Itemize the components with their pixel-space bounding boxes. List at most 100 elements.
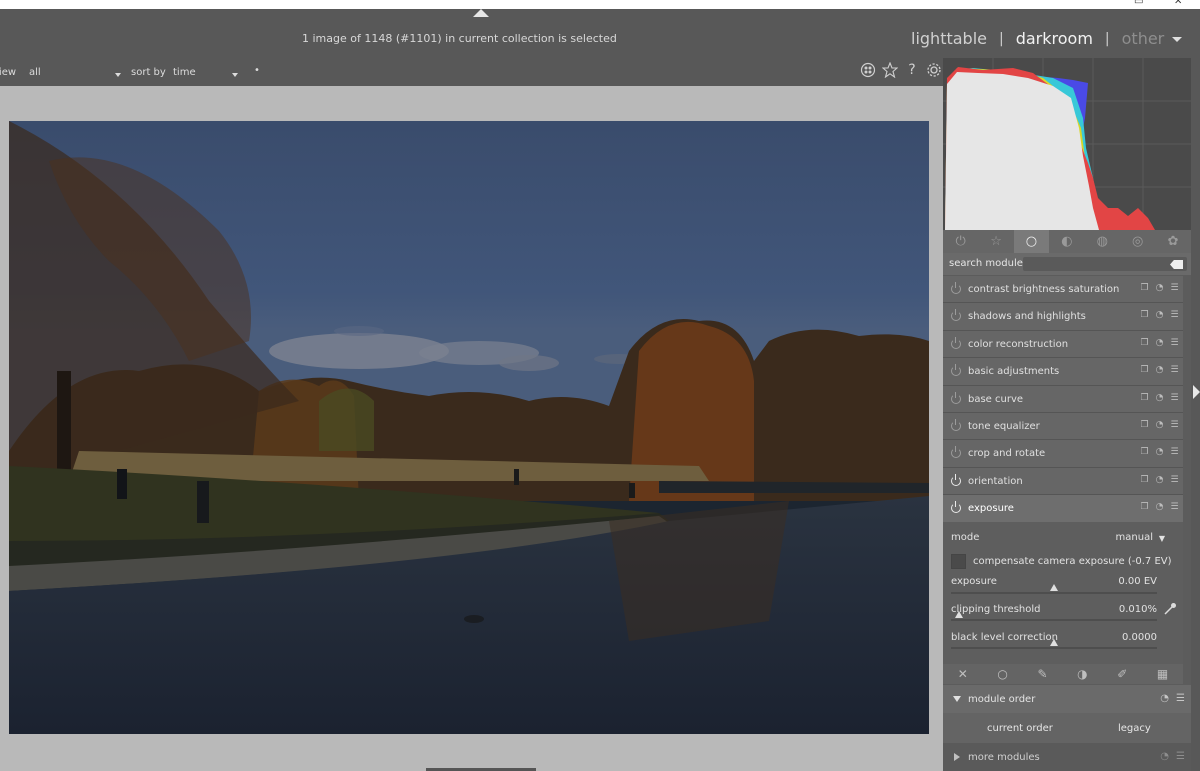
blend-mask-bar: ✕ ○ ✎ ◑ ✐ ▦ xyxy=(943,664,1183,684)
clear-search-icon[interactable] xyxy=(1170,260,1183,269)
search-module-input[interactable] xyxy=(1023,257,1187,271)
view-darkroom[interactable]: darkroom xyxy=(1016,29,1093,48)
sort-value[interactable]: time xyxy=(173,67,196,78)
power-icon[interactable] xyxy=(951,309,961,322)
menu-icon[interactable]: ☰ xyxy=(1170,502,1179,512)
more-modules-header[interactable]: more modules ◔ ☰ xyxy=(943,743,1191,771)
tone-group-icon[interactable]: ◐ xyxy=(1049,230,1084,253)
uniform-mask-icon[interactable]: ○ xyxy=(997,667,1007,681)
power-icon[interactable] xyxy=(951,473,961,486)
power-icon[interactable] xyxy=(951,282,961,294)
module-shadows-and-highlights[interactable]: shadows and highlights ❐ ◔ ☰ xyxy=(943,303,1183,331)
clipping-slider[interactable] xyxy=(951,619,1157,621)
presets-icon[interactable]: ❐ xyxy=(1140,393,1149,403)
reset-icon[interactable]: ◔ xyxy=(1155,447,1164,457)
reset-icon[interactable]: ◔ xyxy=(1155,365,1164,375)
close-button[interactable]: ✕ xyxy=(1174,0,1182,7)
color-group-icon[interactable]: ◍ xyxy=(1085,230,1120,253)
favorites-group-icon[interactable]: ☆ xyxy=(978,230,1013,253)
power-icon[interactable] xyxy=(951,418,961,431)
view-lighttable[interactable]: lighttable xyxy=(911,29,987,48)
module-order-header[interactable]: module order ◔ ☰ xyxy=(943,685,1191,713)
legacy-order-option[interactable]: legacy xyxy=(1118,723,1151,734)
clipping-slider-row[interactable]: clipping threshold 0.010% xyxy=(951,604,1157,615)
presets-icon[interactable]: ❐ xyxy=(1140,338,1149,348)
minimize-button[interactable]: ▭ xyxy=(1134,0,1143,7)
reset-icon[interactable]: ◔ xyxy=(1155,310,1164,320)
exposure-slider-handle[interactable] xyxy=(1050,584,1058,591)
module-exposure[interactable]: exposure ❐ ◔ ☰ xyxy=(943,495,1183,523)
drawn-parametric-mask-icon[interactable]: ✐ xyxy=(1117,667,1127,681)
histogram[interactable] xyxy=(943,58,1191,230)
menu-icon[interactable]: ☰ xyxy=(1170,447,1179,457)
presets-icon[interactable]: ❐ xyxy=(1140,365,1149,375)
mask-off-icon[interactable]: ✕ xyxy=(958,667,968,681)
correct-group-icon[interactable]: ◎ xyxy=(1120,230,1155,253)
current-order-option[interactable]: current order xyxy=(987,723,1053,734)
power-icon[interactable] xyxy=(951,501,961,514)
collapse-top-panel-arrow[interactable] xyxy=(473,9,489,17)
menu-icon[interactable]: ☰ xyxy=(1170,420,1179,430)
power-icon[interactable] xyxy=(951,336,961,349)
module-crop-and-rotate[interactable]: crop and rotate ❐ ◔ ☰ xyxy=(943,440,1183,468)
raster-mask-icon[interactable]: ▦ xyxy=(1157,667,1168,681)
reset-icon[interactable]: ◔ xyxy=(1155,502,1164,512)
reset-icon[interactable]: ◔ xyxy=(1160,751,1169,762)
grouping-icon[interactable] xyxy=(860,62,876,78)
help-icon[interactable]: ? xyxy=(904,62,920,78)
sort-order-toggle[interactable]: • xyxy=(254,65,260,76)
view-filter-value[interactable]: all xyxy=(29,67,41,78)
module-orientation[interactable]: orientation ❐ ◔ ☰ xyxy=(943,467,1183,496)
preferences-icon[interactable] xyxy=(926,62,942,78)
menu-icon[interactable]: ☰ xyxy=(1176,751,1185,762)
module-base-curve[interactable]: base curve ❐ ◔ ☰ xyxy=(943,385,1183,413)
views-dropdown-arrow[interactable] xyxy=(1172,37,1182,42)
reset-icon[interactable]: ◔ xyxy=(1155,393,1164,403)
presets-icon[interactable]: ❐ xyxy=(1140,310,1149,320)
reset-icon[interactable]: ◔ xyxy=(1160,693,1169,704)
clipping-slider-handle[interactable] xyxy=(955,611,963,618)
menu-icon[interactable]: ☰ xyxy=(1170,365,1179,375)
presets-icon[interactable]: ❐ xyxy=(1140,475,1149,485)
sort-dropdown[interactable] xyxy=(232,70,238,81)
image-preview[interactable] xyxy=(9,121,929,734)
right-panel-scrollbar[interactable] xyxy=(1191,58,1200,771)
menu-icon[interactable]: ☰ xyxy=(1170,310,1179,320)
effect-group-icon[interactable]: ✿ xyxy=(1155,230,1190,253)
presets-icon[interactable]: ❐ xyxy=(1140,502,1149,512)
color-picker-icon[interactable] xyxy=(1163,602,1177,616)
parametric-mask-icon[interactable]: ◑ xyxy=(1077,667,1087,681)
menu-icon[interactable]: ☰ xyxy=(1170,475,1179,485)
star-icon[interactable] xyxy=(881,61,899,79)
menu-icon[interactable]: ☰ xyxy=(1176,693,1185,704)
reset-icon[interactable]: ◔ xyxy=(1155,475,1164,485)
power-icon[interactable] xyxy=(951,391,961,404)
collapse-right-panel-arrow[interactable] xyxy=(1193,385,1200,399)
view-other[interactable]: other xyxy=(1122,29,1165,48)
power-icon[interactable] xyxy=(951,446,961,459)
module-basic-adjustments[interactable]: basic adjustments ❐ ◔ ☰ xyxy=(943,358,1183,386)
drawn-mask-icon[interactable]: ✎ xyxy=(1037,667,1047,681)
presets-icon[interactable]: ❐ xyxy=(1140,420,1149,430)
black-level-slider-handle[interactable] xyxy=(1050,639,1058,646)
reset-icon[interactable]: ◔ xyxy=(1155,420,1164,430)
compensate-exposure-checkbox[interactable] xyxy=(951,554,966,569)
power-icon[interactable] xyxy=(951,364,961,377)
menu-icon[interactable]: ☰ xyxy=(1170,283,1179,293)
base-group-icon[interactable]: ○ xyxy=(1013,230,1050,253)
menu-icon[interactable]: ☰ xyxy=(1170,338,1179,348)
mode-row[interactable]: mode manual ▼ xyxy=(951,532,1165,543)
module-contrast-brightness-saturation[interactable]: contrast brightness saturation ❐ ◔ ☰ xyxy=(943,276,1183,304)
module-tone-equalizer[interactable]: tone equalizer ❐ ◔ ☰ xyxy=(943,412,1183,441)
black-level-slider[interactable] xyxy=(951,647,1157,649)
exposure-slider[interactable] xyxy=(951,592,1157,594)
reset-icon[interactable]: ◔ xyxy=(1155,338,1164,348)
presets-icon[interactable]: ❐ xyxy=(1140,283,1149,293)
menu-icon[interactable]: ☰ xyxy=(1170,393,1179,403)
presets-icon[interactable]: ❐ xyxy=(1140,447,1149,457)
reset-icon[interactable]: ◔ xyxy=(1155,283,1164,293)
module-color-reconstruction[interactable]: color reconstruction ❐ ◔ ☰ xyxy=(943,330,1183,359)
mode-value[interactable]: manual xyxy=(1116,532,1153,543)
view-filter-dropdown[interactable] xyxy=(115,70,121,81)
active-modules-group-icon[interactable]: ⏻ xyxy=(943,230,978,253)
